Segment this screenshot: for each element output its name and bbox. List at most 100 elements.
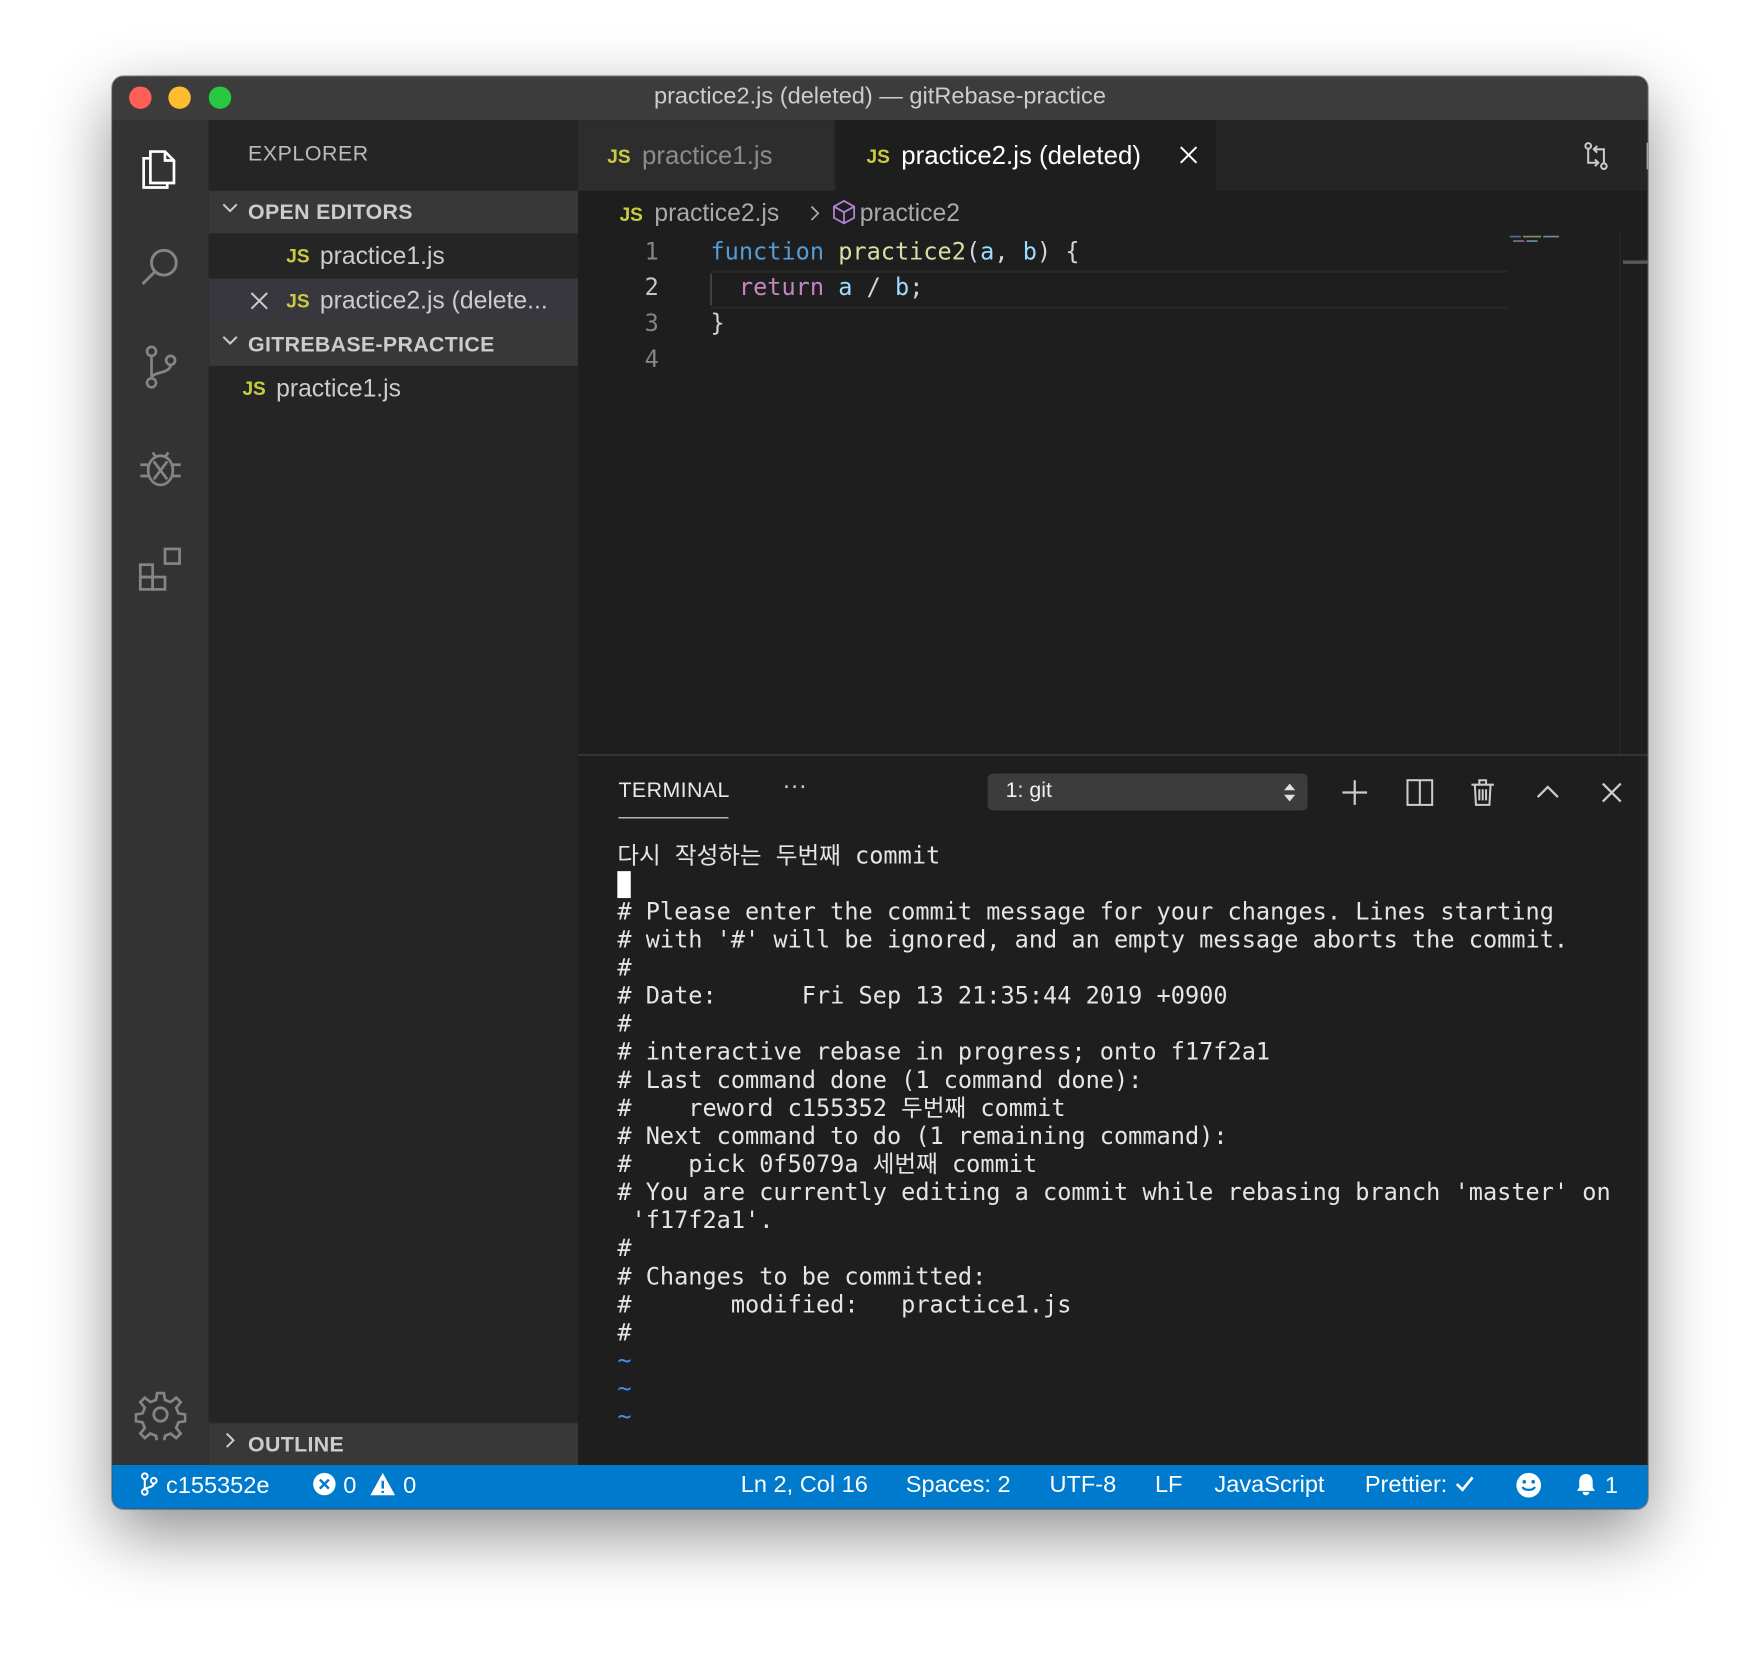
terminal-panel: TERMINAL ··· 1: git 다시 작성하는 두번째 commit #…: [578, 754, 1648, 1467]
minimap[interactable]: [1509, 234, 1566, 256]
terminal-line: # Changes to be committed:: [617, 1262, 987, 1290]
code-line: }: [710, 309, 725, 337]
panel-more-button[interactable]: ···: [782, 771, 807, 800]
terminal-line: # modified: practice1.js: [617, 1290, 1072, 1318]
terminal-line: 'f17f2a1'.: [617, 1206, 774, 1234]
breadcrumb-file[interactable]: practice2.js: [654, 199, 779, 228]
line-number: 3: [644, 309, 659, 337]
open-editors-header[interactable]: OPEN EDITORS: [208, 190, 579, 234]
explorer-sidebar: EXPLORER OPEN EDITORS JS practice1.js JS…: [208, 120, 579, 1465]
split-editor-icon[interactable]: [1644, 140, 1648, 171]
terminal-select[interactable]: 1: git: [987, 773, 1308, 811]
outline-header[interactable]: OUTLINE: [208, 1422, 579, 1467]
terminal-line: ~: [617, 1347, 632, 1375]
file-tree-item[interactable]: JS practice1.js: [209, 366, 578, 411]
terminal-line: 다시 작성하는 두번째 commit: [617, 841, 941, 869]
problems-status[interactable]: 0 0: [312, 1472, 416, 1500]
vscode-window: practice2.js (deleted) — gitRebase-pract…: [112, 76, 1648, 1509]
indentation-status[interactable]: Spaces: 2: [906, 1472, 1011, 1499]
debug-icon[interactable]: [132, 440, 188, 496]
settings-gear-icon[interactable]: [132, 1386, 188, 1442]
terminal-line: ~: [617, 1403, 632, 1431]
code-editor[interactable]: 1 2 3 4 function practice2(a, b) { retur…: [578, 234, 1648, 755]
editor-tabs: JS practice1.js JS practice2.js (deleted…: [578, 120, 1648, 191]
bell-icon: [1576, 1473, 1595, 1496]
open-editor-label: practice1.js: [319, 241, 445, 270]
tab-label: practice1.js: [642, 140, 773, 170]
sidebar-title: EXPLORER: [248, 142, 369, 167]
window-title: practice2.js (deleted) — gitRebase-pract…: [653, 83, 1106, 109]
terminal-line: ~: [617, 1375, 632, 1403]
eol-status[interactable]: LF: [1155, 1472, 1183, 1499]
js-file-icon: JS: [286, 245, 310, 268]
tab-practice2-deleted[interactable]: JS practice2.js (deleted): [836, 120, 1216, 191]
close-panel-icon[interactable]: [1595, 776, 1629, 810]
notifications-status[interactable]: 1: [1574, 1472, 1618, 1500]
explorer-icon[interactable]: [132, 140, 188, 196]
terminal-line: # interactive rebase in progress; onto f…: [617, 1038, 1271, 1066]
js-file-icon: JS: [866, 145, 890, 168]
branch-status[interactable]: c155352e: [139, 1472, 269, 1500]
workspace-folder-header[interactable]: GITREBASE-PRACTICE: [208, 323, 579, 366]
chevron-down-icon: [222, 336, 238, 345]
terminal-cursor: [617, 871, 631, 899]
terminal-line: #: [617, 1010, 632, 1038]
language-mode[interactable]: JavaScript: [1214, 1472, 1324, 1499]
status-bar: c155352e 0 0 Ln 2, Col 16 Spaces: 2 UTF-…: [112, 1464, 1648, 1509]
cursor-position[interactable]: Ln 2, Col 16: [741, 1472, 868, 1499]
title-bar: practice2.js (deleted) — gitRebase-pract…: [112, 76, 1648, 121]
select-arrows-icon: [1284, 783, 1296, 802]
line-number: 1: [644, 237, 659, 265]
trash-icon[interactable]: [1466, 776, 1500, 810]
open-editor-item[interactable]: JS practice2.js (delete...: [208, 278, 579, 324]
code-line: return a / b;: [738, 273, 924, 301]
activity-bar: [112, 120, 209, 1465]
tab-terminal[interactable]: TERMINAL: [618, 779, 729, 804]
split-terminal-icon[interactable]: [1403, 776, 1437, 810]
close-icon[interactable]: [247, 289, 272, 314]
terminal-line: # pick 0f5079a 세번째 commit: [617, 1150, 1038, 1178]
search-icon[interactable]: [132, 239, 188, 295]
code-line: function practice2(a, b) {: [710, 237, 1080, 265]
symbol-method-icon: [833, 199, 856, 225]
close-icon[interactable]: [1176, 143, 1201, 168]
new-terminal-icon[interactable]: [1338, 776, 1372, 810]
tab-practice1[interactable]: JS practice1.js: [578, 120, 834, 191]
source-control-icon[interactable]: [132, 339, 188, 395]
prettier-status[interactable]: Prettier:: [1365, 1472, 1477, 1499]
feedback-smiley-icon[interactable]: [1515, 1472, 1542, 1502]
terminal-line: # Next command to do (1 remaining comman…: [617, 1122, 1228, 1150]
terminal-line: #: [617, 1234, 632, 1262]
chevron-right-icon: [810, 205, 820, 221]
open-changes-icon[interactable]: [1580, 140, 1611, 171]
terminal-line: # with '#' will be ignored, and an empty…: [617, 926, 1569, 954]
line-number: 2: [644, 273, 659, 301]
encoding-status[interactable]: UTF-8: [1049, 1472, 1116, 1499]
line-number: 4: [644, 345, 659, 373]
chevron-down-icon: [222, 203, 238, 213]
git-branch-icon: [140, 1472, 158, 1496]
breadcrumb: JS practice2.js practice2: [578, 191, 1648, 234]
terminal-line: # Last command done (1 command done):: [617, 1066, 1143, 1094]
js-file-icon: JS: [286, 290, 310, 313]
terminal-line: #: [617, 954, 632, 982]
editor-scrollbar[interactable]: [1619, 233, 1648, 755]
error-icon: [313, 1472, 336, 1496]
tab-label: practice2.js (deleted): [901, 140, 1141, 170]
js-file-icon: JS: [607, 145, 631, 168]
js-file-icon: JS: [619, 204, 643, 226]
breadcrumb-symbol[interactable]: practice2: [860, 199, 960, 228]
warning-icon: [370, 1472, 396, 1496]
open-editor-item[interactable]: JS practice1.js: [209, 234, 578, 279]
terminal-line: # Date: Fri Sep 13 21:35:44 2019 +0900: [617, 982, 1228, 1010]
maximize-panel-icon[interactable]: [1531, 776, 1565, 810]
terminal-line: # reword c155352 두번째 commit: [617, 1094, 1066, 1122]
open-editor-label: practice2.js (delete...: [319, 286, 548, 315]
terminal-line: # You are currently editing a commit whi…: [617, 1178, 1611, 1206]
chevron-right-icon: [226, 1432, 235, 1448]
active-tab-indicator: [618, 817, 729, 819]
terminal-line: # Please enter the commit message for yo…: [617, 898, 1554, 926]
terminal-line: #: [617, 1319, 632, 1346]
check-icon: [1456, 1476, 1475, 1492]
extensions-icon[interactable]: [132, 540, 188, 596]
